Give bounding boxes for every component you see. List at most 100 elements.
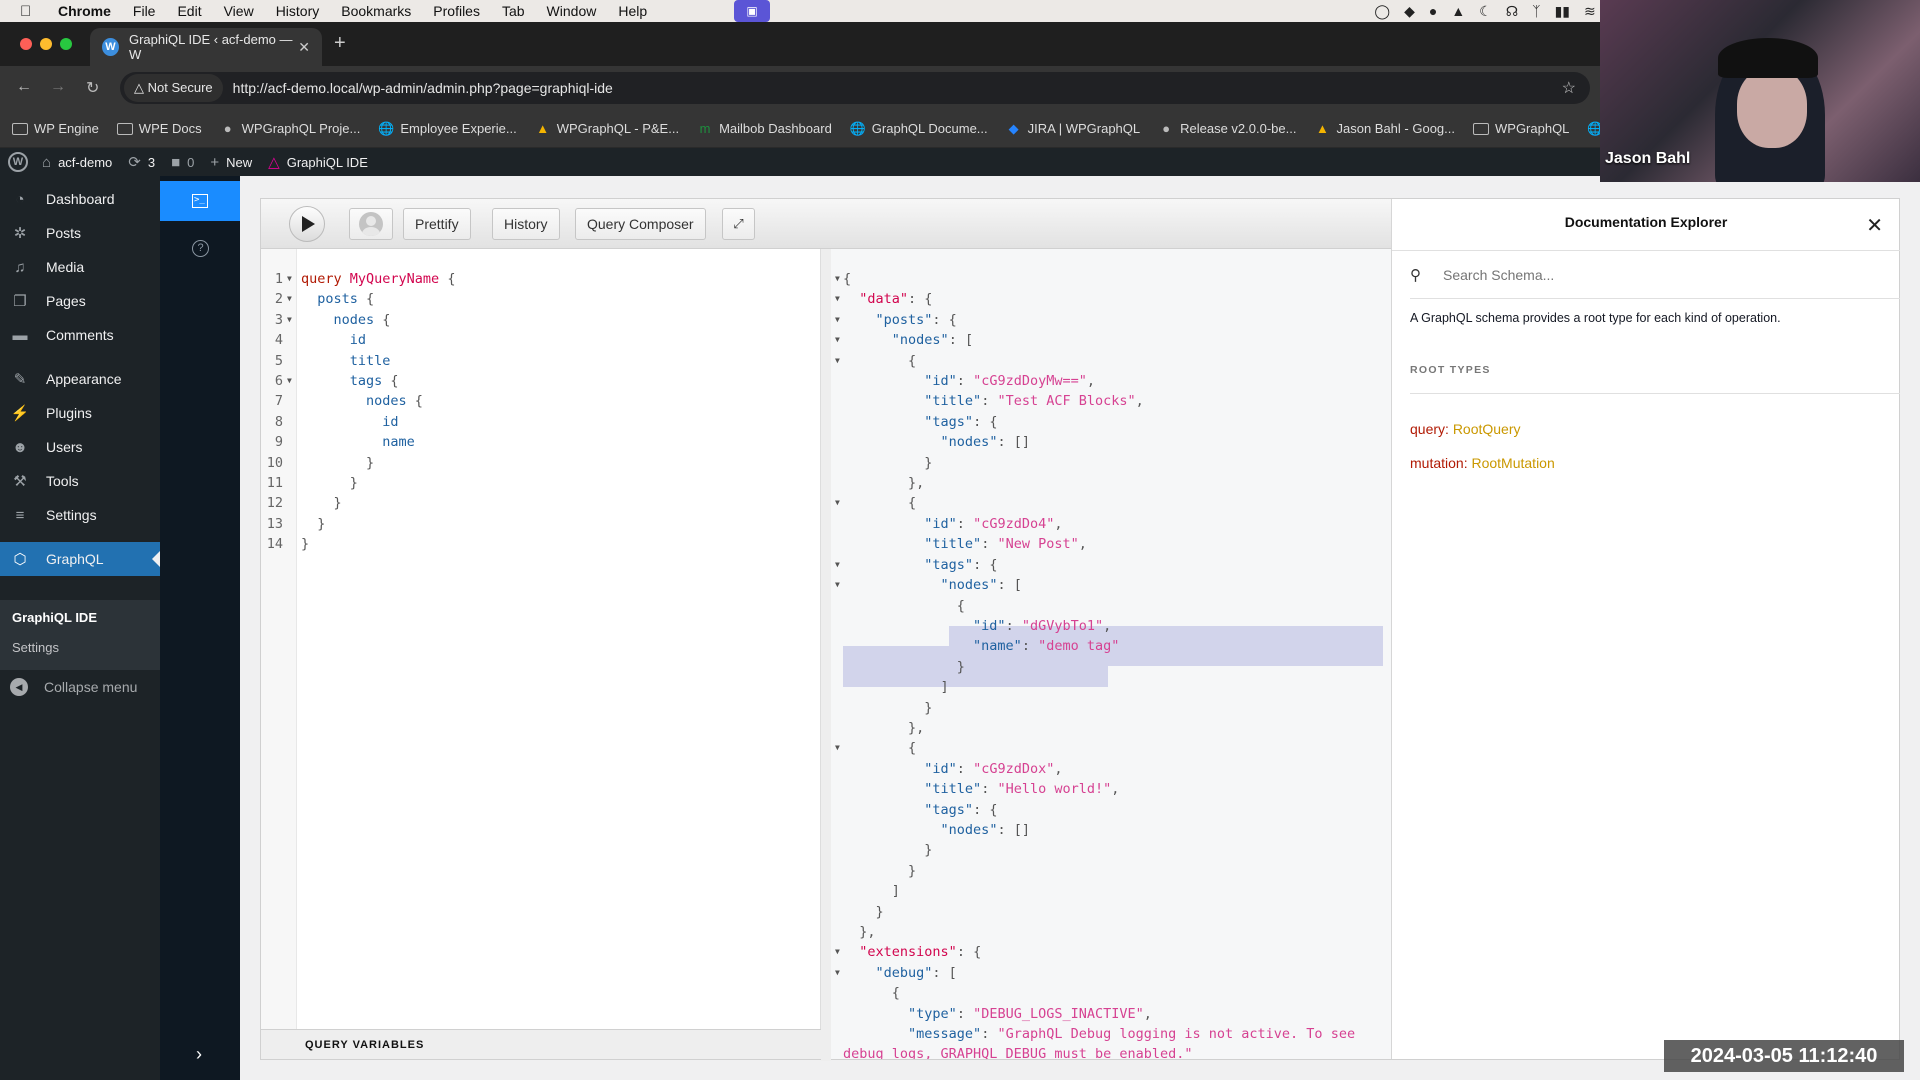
- query-editor-tab[interactable]: >_: [160, 181, 240, 221]
- sidebar-item-appearance[interactable]: ✎ Appearance: [0, 362, 160, 396]
- fold-arrow-icon[interactable]: [287, 453, 292, 473]
- fold-arrow-icon[interactable]: [835, 718, 840, 738]
- address-bar[interactable]: △ Not Secure http://acf-demo.local/wp-ad…: [120, 72, 1590, 104]
- fold-arrow-icon[interactable]: [835, 759, 840, 779]
- schema-search-input[interactable]: [1443, 266, 1843, 283]
- fold-arrow-icon[interactable]: [835, 861, 840, 881]
- apple-icon[interactable]: : [20, 3, 36, 20]
- adminbar-updates[interactable]: ⟳ 3: [128, 153, 155, 171]
- fold-arrow-icon[interactable]: [287, 432, 292, 452]
- editor-divider[interactable]: [821, 249, 831, 1061]
- execute-query-button[interactable]: [289, 206, 325, 242]
- bookmark-item[interactable]: ▲ Jason Bahl - Goog...: [1314, 121, 1455, 136]
- menu-profiles[interactable]: Profiles: [433, 3, 480, 19]
- fold-arrow-icon[interactable]: ▼: [835, 963, 840, 983]
- security-indicator[interactable]: △ Not Secure: [124, 74, 223, 102]
- bookmark-item[interactable]: ● Release v2.0.0-be...: [1158, 121, 1296, 136]
- bookmark-item[interactable]: WPGraphQL: [1473, 121, 1569, 136]
- fold-arrow-icon[interactable]: [835, 657, 840, 677]
- menu-edit[interactable]: Edit: [177, 3, 201, 19]
- bookmark-item[interactable]: ▲ WPGraphQL - P&E...: [535, 121, 679, 136]
- fold-arrow-icon[interactable]: ▼: [835, 351, 840, 371]
- fold-arrow-icon[interactable]: [287, 493, 292, 513]
- fold-arrow-icon[interactable]: ▼: [835, 289, 840, 309]
- menu-help[interactable]: Help: [618, 3, 647, 19]
- sidebar-item-tools[interactable]: ⚒ Tools: [0, 464, 160, 498]
- result-viewer[interactable]: ▼ ▼ ▼ ▼ ▼ ▼ ▼ ▼ ▼ ▼ ▼ { "data": { "posts": { "…: [831, 249, 1391, 1059]
- bookmark-item[interactable]: m Mailbob Dashboard: [697, 121, 832, 136]
- window-close-button[interactable]: [20, 38, 32, 50]
- fold-arrow-icon[interactable]: ▼: [835, 738, 840, 758]
- fold-arrow-icon[interactable]: [835, 779, 840, 799]
- fold-arrow-icon[interactable]: ▼: [287, 289, 292, 309]
- fold-arrow-icon[interactable]: [287, 514, 292, 534]
- fold-arrow-icon[interactable]: [835, 698, 840, 718]
- fold-arrow-icon[interactable]: [835, 391, 840, 411]
- window-zoom-button[interactable]: [60, 38, 72, 50]
- fold-arrow-icon[interactable]: [287, 534, 292, 554]
- docs-close-icon[interactable]: ✕: [1866, 213, 1883, 238]
- query-editor[interactable]: 1 2 3 4 5 6 7 8 9 10 11 12 13 14 ▼ ▼ ▼ ▼ query MyQueryN…: [261, 249, 821, 1029]
- adminbar-comments[interactable]: ■ 0: [171, 154, 194, 171]
- collapse-menu-button[interactable]: ◀ Collapse menu: [0, 670, 160, 704]
- help-icon[interactable]: ?: [192, 240, 209, 257]
- fold-arrow-icon[interactable]: [835, 1004, 840, 1024]
- fold-arrow-icon[interactable]: [835, 596, 840, 616]
- wordpress-logo-icon[interactable]: W: [8, 152, 28, 172]
- new-tab-button[interactable]: +: [334, 32, 346, 55]
- sidebar-item-settings[interactable]: ≡ Settings: [0, 498, 160, 532]
- fold-arrow-icon[interactable]: [835, 983, 840, 1003]
- sidebar-item-plugins[interactable]: ⚡ Plugins: [0, 396, 160, 430]
- headphones-icon[interactable]: ☊: [1506, 3, 1518, 20]
- adminbar-new[interactable]: + New: [210, 154, 252, 171]
- bookmark-item[interactable]: WP Engine: [12, 121, 99, 136]
- fold-arrow-icon[interactable]: ▼: [835, 555, 840, 575]
- result-json[interactable]: { "data": { "posts": { "nodes": [ { "id"…: [843, 269, 1355, 1059]
- menu-window[interactable]: Window: [547, 3, 597, 19]
- menu-history[interactable]: History: [276, 3, 320, 19]
- fold-arrow-icon[interactable]: [835, 881, 840, 901]
- fold-arrow-icon[interactable]: [287, 473, 292, 493]
- tray-icon[interactable]: ▲: [1451, 3, 1465, 19]
- fold-arrow-icon[interactable]: [287, 391, 292, 411]
- bookmark-item[interactable]: 🌐 GraphQL Docume...: [850, 121, 988, 136]
- menu-tab[interactable]: Tab: [502, 3, 525, 19]
- fold-arrow-icon[interactable]: [835, 616, 840, 636]
- fold-arrow-icon[interactable]: [287, 351, 292, 371]
- fold-arrow-icon[interactable]: [835, 453, 840, 473]
- fold-arrow-icon[interactable]: [835, 1024, 840, 1044]
- fold-arrow-icon[interactable]: ▼: [287, 269, 292, 289]
- bookmark-item[interactable]: WPE Docs: [116, 121, 202, 136]
- menu-app-name[interactable]: Chrome: [58, 3, 111, 19]
- sidebar-item-dashboard[interactable]: ◔ Dashboard: [0, 182, 160, 216]
- menu-view[interactable]: View: [224, 3, 254, 19]
- history-button[interactable]: History: [492, 208, 560, 240]
- tray-icon[interactable]: ◯: [1374, 3, 1390, 20]
- bluetooth-icon[interactable]: ᛉ: [1532, 3, 1540, 19]
- fold-arrow-icon[interactable]: [835, 514, 840, 534]
- fold-arrow-icon[interactable]: [835, 371, 840, 391]
- fold-arrow-icon[interactable]: [835, 820, 840, 840]
- fold-arrow-icon[interactable]: [835, 1044, 840, 1059]
- fold-arrow-icon[interactable]: ▼: [835, 493, 840, 513]
- tab-close-icon[interactable]: ✕: [298, 39, 310, 56]
- menu-bookmarks[interactable]: Bookmarks: [341, 3, 411, 19]
- adminbar-site[interactable]: ⌂ acf-demo: [42, 154, 112, 171]
- root-type-link[interactable]: RootMutation: [1471, 455, 1554, 471]
- fold-arrow-icon[interactable]: [835, 432, 840, 452]
- fold-arrow-icon[interactable]: ▼: [835, 269, 840, 289]
- bookmark-item[interactable]: 🌐 Employee Experie...: [378, 121, 516, 136]
- fold-arrow-icon[interactable]: ▼: [835, 330, 840, 350]
- fold-arrow-icon[interactable]: ▼: [835, 575, 840, 595]
- fold-arrow-icon[interactable]: ▼: [287, 371, 292, 391]
- menu-file[interactable]: File: [133, 3, 156, 19]
- schema-search[interactable]: ⚲: [1410, 251, 1900, 299]
- fold-arrow-icon[interactable]: [835, 473, 840, 493]
- url-text[interactable]: http://acf-demo.local/wp-admin/admin.php…: [233, 80, 613, 96]
- submenu-settings[interactable]: Settings: [12, 640, 59, 655]
- submenu-graphiql-ide[interactable]: GraphiQL IDE: [12, 610, 97, 625]
- fullscreen-button[interactable]: ⤢: [722, 208, 755, 240]
- adminbar-graphiql[interactable]: △ GraphiQL IDE: [268, 153, 368, 171]
- sidebar-item-posts[interactable]: ✲ Posts: [0, 216, 160, 250]
- bookmark-star-icon[interactable]: ☆: [1562, 78, 1576, 98]
